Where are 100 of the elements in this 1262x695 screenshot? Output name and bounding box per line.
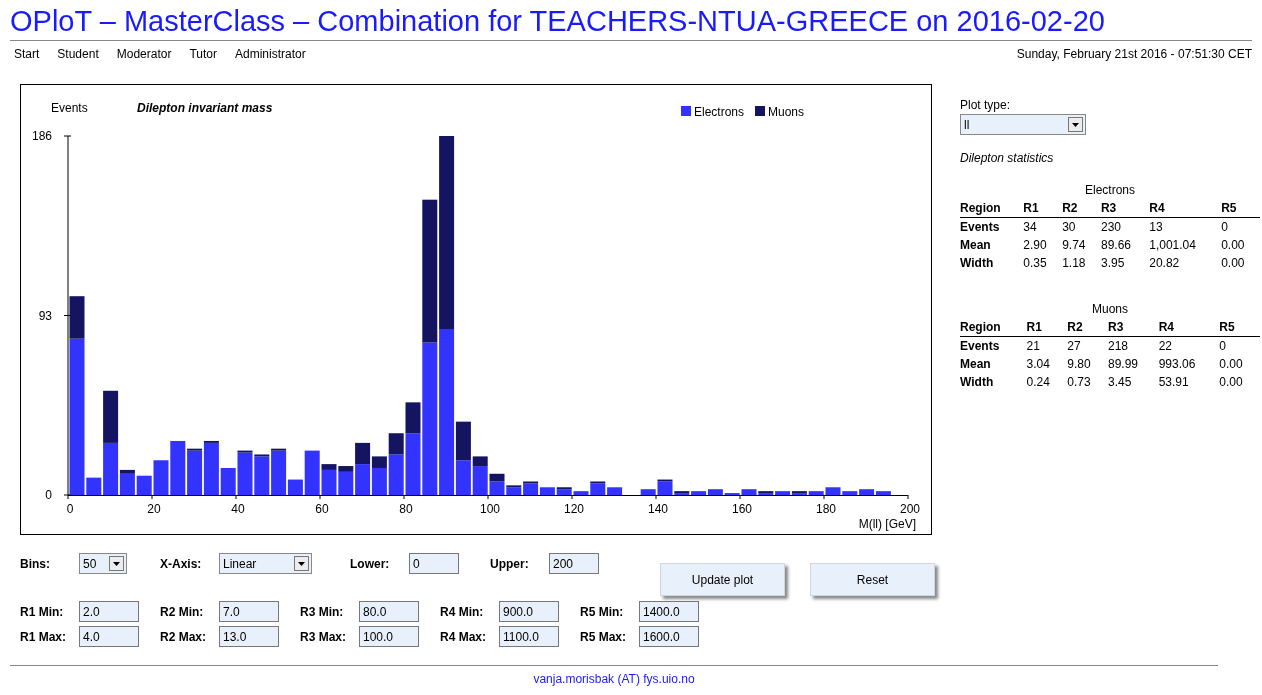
tick-label: 0 — [66, 502, 74, 516]
field-label: Plot type: — [960, 97, 1012, 114]
table-cell: 0.24 — [1026, 373, 1068, 391]
column-header: R3 — [1100, 199, 1150, 218]
tick-label: 180 — [816, 502, 836, 516]
dropdown[interactable]: Linear — [219, 553, 312, 574]
axis-label: M(ll) [GeV] — [858, 517, 916, 531]
column-header: R5 — [1221, 199, 1260, 218]
table-cell: 3.95 — [1100, 254, 1150, 272]
input-field[interactable]: 200 — [549, 553, 599, 574]
table-cell: 20.82 — [1149, 254, 1222, 272]
table-cell: 34 — [1023, 217, 1063, 236]
bar — [103, 390, 119, 443]
input-field[interactable]: 1600.0 — [639, 626, 699, 647]
input-field[interactable]: 13.0 — [219, 626, 279, 647]
input-field[interactable]: 2.0 — [79, 601, 139, 622]
column-header: R2 — [1067, 318, 1108, 337]
table-cell: 3.45 — [1107, 373, 1159, 391]
table-cell-text: 0.35 — [1023, 255, 1048, 272]
column-header: R3 — [1107, 318, 1159, 337]
table-cell: 1.18 — [1062, 254, 1101, 272]
tick-label: 60 — [315, 502, 329, 516]
dropdown[interactable]: 50 — [79, 553, 127, 574]
button[interactable]: Update plot — [660, 563, 785, 596]
table-cell: 3.04 — [1026, 355, 1068, 373]
column-header: Region — [960, 318, 1027, 337]
field-label: Lower: — [350, 555, 391, 573]
field-label: R2 Max: — [160, 628, 207, 646]
table-cell: 22 — [1158, 336, 1220, 355]
tick-label: 100 — [480, 502, 500, 516]
tick-label: 93 — [38, 308, 52, 323]
input-field[interactable]: 100.0 — [359, 626, 419, 647]
nav-link[interactable]: Tutor — [189, 45, 217, 63]
row-header: Width — [960, 254, 1024, 272]
tick-label: 160 — [732, 502, 752, 516]
table-cell-text: 0.00 — [1219, 356, 1244, 373]
row-header: Mean — [960, 356, 992, 373]
row-header: Width — [960, 374, 995, 391]
tick-label: 20 — [147, 502, 161, 516]
field-label: R2 Min: — [160, 603, 205, 621]
table-cell: 993.06 — [1158, 355, 1220, 373]
field-label: Bins: — [20, 555, 51, 573]
table-cell-text: 0.00 — [1219, 374, 1244, 391]
tick-label: 120 — [564, 502, 584, 516]
tick-label: 80 — [399, 502, 413, 516]
row-header: Mean — [960, 236, 1024, 254]
input-field[interactable]: 80.0 — [359, 601, 419, 622]
tick-label: 40 — [231, 502, 245, 516]
nav-link[interactable]: Start — [14, 45, 40, 63]
column-header: Region — [960, 199, 1024, 218]
field-label: R1 Max: — [20, 628, 67, 646]
nav-link[interactable]: Administrator — [235, 45, 306, 63]
table-cell: 13 — [1149, 217, 1222, 236]
table-cell: 2.90 — [1023, 236, 1063, 254]
table-cell: 0.73 — [1067, 373, 1108, 391]
tick-label: 140 — [648, 502, 668, 516]
table-cell: 9.74 — [1062, 236, 1101, 254]
page-title: OPloT – MasterClass – Combination for TEACHERS-NTUA-GREECE on 2016-02-20 — [10, 4, 1252, 41]
column-header: R4 — [1158, 318, 1220, 337]
column-header: R1 — [1026, 318, 1068, 337]
field-label: R5 Min: — [580, 603, 625, 621]
table-cell: 27 — [1067, 336, 1108, 355]
caret-icon — [294, 556, 309, 571]
chart-title: Dilepton invariant mass — [137, 101, 273, 115]
field-label: R3 Min: — [300, 603, 345, 621]
input-field[interactable]: 7.0 — [219, 601, 279, 622]
column-header: R4 — [1149, 199, 1222, 218]
table-cell: 89.99 — [1107, 355, 1159, 373]
table-cell-text: 0.00 — [1221, 255, 1246, 272]
input-field[interactable]: 0 — [409, 553, 459, 574]
nav-link[interactable]: Moderator — [116, 45, 172, 63]
axis-label: Events — [51, 101, 88, 115]
table-cell-text: 89.66 — [1100, 237, 1132, 254]
field-label: X-Axis: — [160, 555, 203, 573]
table-cell: 218 — [1107, 336, 1159, 355]
input-field[interactable]: 900.0 — [499, 601, 559, 622]
table-cell-text: 0.00 — [1221, 237, 1246, 254]
row-header: Events — [960, 336, 1027, 355]
input-field[interactable]: 1400.0 — [639, 601, 699, 622]
section-heading: Dilepton statistics — [960, 150, 1055, 167]
column-header: R1 — [1023, 199, 1063, 218]
caret-icon — [109, 556, 124, 571]
table-cell: 0 — [1221, 217, 1260, 236]
input-field[interactable]: 4.0 — [79, 626, 139, 647]
tick-label: 200 — [900, 502, 920, 516]
caret-icon — [1068, 117, 1083, 132]
button[interactable]: Reset — [810, 563, 935, 596]
field-label: R3 Max: — [300, 628, 347, 646]
plot-type-dropdown[interactable]: ll — [960, 114, 1086, 135]
table-cell: 30 — [1062, 217, 1101, 236]
input-field[interactable]: 1100.0 — [499, 626, 559, 647]
table-cell: 230 — [1100, 217, 1150, 236]
field-label: Upper: — [490, 555, 530, 573]
legend-label: Electrons — [694, 105, 745, 119]
date-time: Sunday, February 21st 2016 - 07:51:30 CET — [1016, 46, 1252, 63]
table-cell: 21 — [1026, 336, 1068, 355]
nav-link[interactable]: Student — [57, 45, 99, 63]
email-link[interactable]: vanja.morisbak (AT) fys.uio.no — [533, 672, 695, 686]
table-cell: 0 — [1219, 336, 1260, 355]
column-header: R5 — [1219, 318, 1260, 337]
